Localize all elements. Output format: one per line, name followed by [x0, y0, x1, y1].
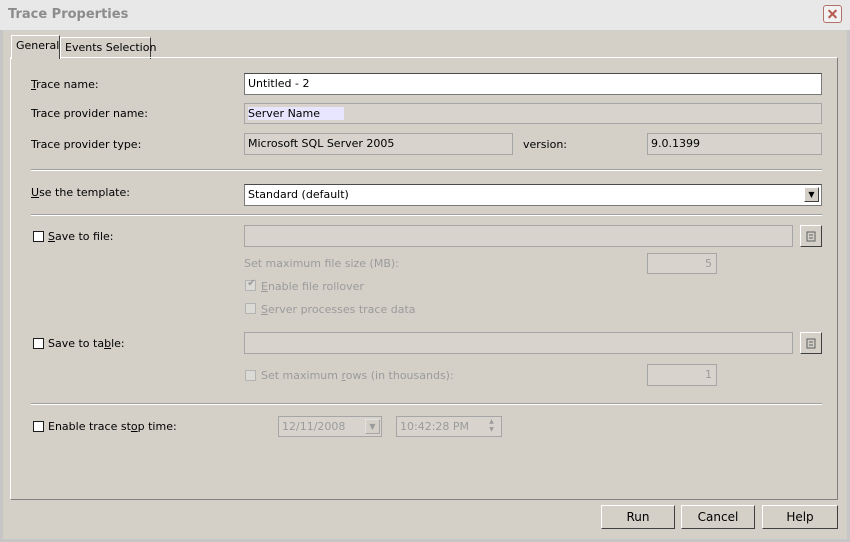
separator	[31, 403, 822, 405]
trace-name-label: Trace name:	[31, 78, 99, 91]
tab-general[interactable]: General	[11, 35, 60, 59]
browse-icon	[806, 231, 816, 242]
tab-events-selection[interactable]: Events Selection	[60, 37, 156, 59]
max-rows-checkbox[interactable]	[245, 370, 256, 381]
save-to-file-path-input[interactable]	[244, 225, 793, 247]
window-frame-left	[0, 30, 3, 542]
tab-general-label: General	[16, 39, 60, 52]
trace-provider-type-label: Trace provider type:	[31, 138, 142, 151]
run-button[interactable]: Run	[601, 505, 675, 529]
save-to-file-checkbox[interactable]	[33, 231, 44, 242]
browse-icon	[806, 338, 816, 349]
template-select-value: Standard (default)	[248, 188, 349, 201]
cancel-button[interactable]: Cancel	[681, 505, 755, 529]
tab-events-selection-label: Events Selection	[65, 41, 157, 54]
separator	[31, 169, 822, 171]
chevron-down-icon[interactable]: ▼	[804, 187, 819, 202]
max-file-size-input[interactable]: 5	[647, 253, 717, 274]
spin-arrows-icon[interactable]: ▲ ▼	[484, 418, 499, 435]
version-field: 9.0.1399	[647, 133, 822, 155]
template-select[interactable]: Standard (default)	[244, 184, 822, 206]
version-label: version:	[523, 138, 567, 151]
trace-name-input[interactable]: Untitled - 2	[244, 73, 822, 95]
chevron-down-icon[interactable]: ▼	[365, 419, 380, 434]
trace-provider-type-field: Microsoft SQL Server 2005	[244, 133, 513, 155]
help-button[interactable]: Help	[762, 505, 838, 529]
browse-file-button[interactable]	[800, 225, 822, 247]
server-processes-label: Server processes trace data	[261, 303, 416, 316]
provider-name-value: Server Name	[248, 107, 345, 120]
browse-table-button[interactable]	[800, 332, 822, 354]
save-to-file-label: Save to file:	[48, 230, 114, 243]
trace-provider-name-label: Trace provider name:	[31, 107, 148, 120]
trace-provider-name-field: Server Name	[244, 103, 822, 124]
use-template-label: Use the template:	[31, 186, 130, 199]
window-title: Trace Properties	[8, 7, 129, 22]
max-rows-label: Set maximum rows (in thousands):	[261, 369, 454, 382]
save-to-table-input[interactable]	[244, 332, 793, 354]
max-file-size-label: Set maximum file size (MB):	[244, 257, 399, 270]
max-rows-input[interactable]: 1	[647, 364, 717, 386]
close-icon[interactable]	[823, 5, 842, 23]
enable-file-rollover-label: Enable file rollover	[261, 280, 364, 293]
separator	[31, 214, 822, 216]
checkmark-icon: ✔	[247, 278, 256, 289]
server-processes-checkbox[interactable]	[245, 303, 256, 314]
enable-stop-time-checkbox[interactable]	[33, 421, 44, 432]
save-to-table-label: Save to table:	[48, 337, 125, 350]
save-to-table-checkbox[interactable]	[33, 338, 44, 349]
enable-stop-time-label: Enable trace stop time:	[48, 420, 177, 433]
enable-file-rollover-checkbox[interactable]: ✔	[245, 278, 256, 291]
